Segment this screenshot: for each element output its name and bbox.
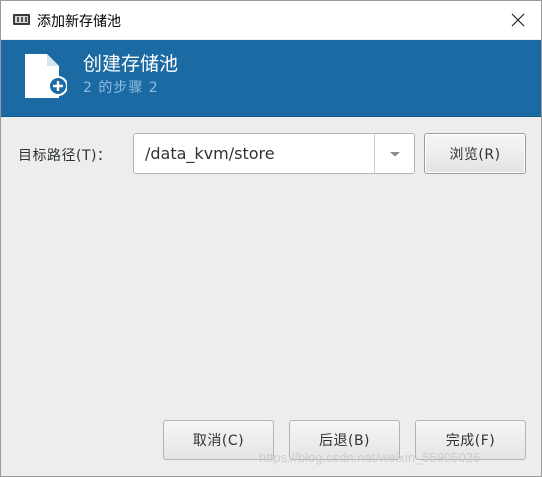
title-bar: 添加新存储池 (1, 1, 541, 39)
cancel-button[interactable]: 取消(C) (163, 420, 274, 460)
window-title: 添加新存储池 (37, 14, 121, 30)
browse-button[interactable]: 浏览(R) (424, 133, 526, 174)
wizard-header: 创建存储池 2 的步骤 2 (1, 40, 541, 117)
close-icon (511, 13, 525, 27)
dropdown-arrow-icon (389, 151, 400, 156)
close-button[interactable] (495, 1, 541, 39)
wizard-title: 创建存储池 (83, 53, 179, 75)
new-document-icon (25, 54, 67, 98)
dropdown-button[interactable] (375, 134, 414, 173)
add-storage-pool-dialog: 添加新存储池 创建存储池 2 的步骤 2 目标路径(T)： /data_kvm/… (0, 0, 542, 477)
wizard-step-indicator: 2 的步骤 2 (83, 80, 159, 96)
virt-manager-icon (13, 14, 30, 25)
target-path-input[interactable]: /data_kvm/store (145, 144, 275, 163)
target-path-label: 目标路径(T)： (18, 148, 112, 164)
target-path-combobox[interactable]: /data_kvm/store (133, 133, 415, 174)
watermark: https://blog.csdn.net/weixin_55905026 (259, 450, 481, 465)
